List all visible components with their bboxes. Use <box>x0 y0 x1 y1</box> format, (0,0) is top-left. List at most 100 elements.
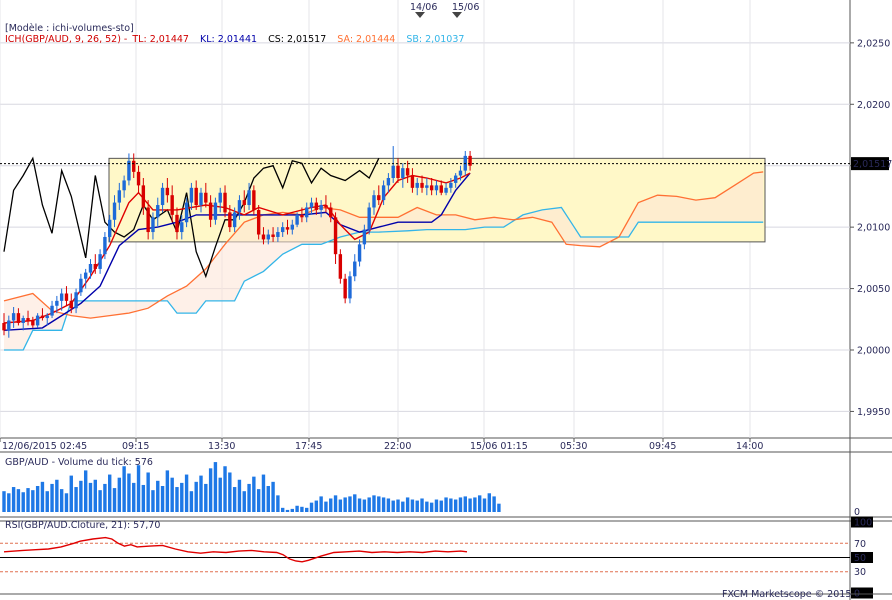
candle-body-47 <box>228 212 232 228</box>
volume-bar-92 <box>444 497 448 512</box>
candle-body-66 <box>319 205 323 210</box>
volume-bar-55 <box>266 486 270 512</box>
volume-bar-54 <box>261 474 266 512</box>
candle-body-22 <box>108 219 112 237</box>
volume-bar-0 <box>2 491 6 512</box>
volume-bar-22 <box>108 474 112 512</box>
candle-body-81 <box>391 165 395 178</box>
volume-bar-74 <box>357 498 362 512</box>
rsi-title: RSI(GBP/AUD.Cloture, 21): 57,70 <box>5 520 160 531</box>
volume-bars <box>2 462 501 512</box>
candle-body-25 <box>122 180 126 191</box>
rsi-axis-label-70: 70 <box>854 539 866 550</box>
candle-body-9 <box>45 315 49 319</box>
volume-bar-1 <box>7 493 11 512</box>
candle-body-80 <box>386 178 391 186</box>
candle-body-0 <box>2 322 6 331</box>
cs-label: CS: 2,01517 <box>268 34 326 45</box>
volume-bar-87 <box>420 498 424 512</box>
volume-bar-52 <box>252 476 256 512</box>
candle-body-67 <box>324 205 328 208</box>
candle-body-86 <box>415 182 419 188</box>
volume-bar-101 <box>487 493 492 512</box>
volume-bar-91 <box>439 500 443 512</box>
volume-bar-41 <box>199 475 203 512</box>
volume-bar-9 <box>45 491 49 512</box>
volume-bar-46 <box>223 466 227 512</box>
candle-53 <box>256 205 261 240</box>
candle-body-51 <box>247 190 251 206</box>
volume-bar-69 <box>333 495 338 512</box>
volume-bar-57 <box>276 495 280 512</box>
candle-body-37 <box>180 222 184 233</box>
candle-body-20 <box>98 254 102 269</box>
candle-body-33 <box>160 187 165 206</box>
candle-body-6 <box>31 320 35 326</box>
volume-bar-19 <box>93 479 97 512</box>
candle-body-15 <box>74 292 78 309</box>
candle-body-92 <box>444 187 448 193</box>
tl-label: TL: 2,01447 <box>131 34 189 45</box>
candle-body-10 <box>50 305 54 316</box>
volume-bar-96 <box>463 496 467 512</box>
time-label-6: 05:30 <box>560 441 587 452</box>
time-axis: 12/06/2015 02:45 09:15 13:30 17:45 22:00 15/0… <box>0 438 763 452</box>
volume-bar-30 <box>146 472 150 512</box>
candle-body-64 <box>309 202 314 208</box>
volume-bar-36 <box>175 487 179 512</box>
candle-body-14 <box>69 300 73 309</box>
volume-bar-80 <box>386 498 391 512</box>
volume-bar-38 <box>184 474 189 512</box>
volume-bar-79 <box>381 497 386 512</box>
candle-body-18 <box>88 264 93 273</box>
volume-bar-56 <box>271 481 275 512</box>
volume-bar-42 <box>204 483 208 512</box>
volume-bar-3 <box>16 489 21 512</box>
sa-label: SA: 2,01444 <box>337 34 395 45</box>
volume-bar-35 <box>170 477 174 512</box>
rsi-axis-label-100: 100 <box>854 518 872 529</box>
current-price-label: 2,01517 <box>853 159 892 170</box>
candle-body-2 <box>11 313 16 321</box>
candle-body-57 <box>276 232 280 237</box>
candle-body-48 <box>232 212 237 228</box>
volume-bar-18 <box>88 482 93 512</box>
volume-bar-62 <box>300 506 304 512</box>
candle-body-63 <box>305 207 309 218</box>
volume-bar-84 <box>405 497 410 512</box>
volume-bar-8 <box>40 481 45 512</box>
volume-bar-73 <box>353 494 357 512</box>
volume-bar-65 <box>314 500 319 512</box>
volume-bar-86 <box>415 500 419 512</box>
ichimoku-legend: ICH(GBP/AUD, 9, 26, 52) - TL: 2,01447 KL… <box>5 34 464 45</box>
candle-body-95 <box>458 170 463 176</box>
candle-body-88 <box>425 185 429 188</box>
candle-body-55 <box>266 234 270 240</box>
volume-bar-27 <box>132 482 136 512</box>
candle-body-77 <box>372 195 376 208</box>
candle-body-8 <box>40 315 45 319</box>
candle-body-45 <box>218 192 222 203</box>
candle-70 <box>338 249 343 284</box>
volume-bar-88 <box>425 501 429 512</box>
candle-body-59 <box>285 227 290 230</box>
volume-bar-43 <box>208 468 213 512</box>
volume-bar-28 <box>136 465 141 512</box>
volume-bar-81 <box>391 500 395 512</box>
model-label: [Modèle : ichi-volumes-sto] <box>5 23 134 34</box>
candle-body-24 <box>117 190 122 203</box>
candle-body-50 <box>242 200 246 206</box>
volume-bar-98 <box>473 497 477 512</box>
chart-svg: 14/06 15/06 [Modèle : ichi-volumes-sto] … <box>0 0 892 600</box>
volume-bar-10 <box>50 483 54 512</box>
volume-bar-78 <box>377 496 381 512</box>
time-label-5: 15/06 01:15 <box>470 441 528 452</box>
volume-zero-label: 0 <box>854 507 860 518</box>
volume-bar-47 <box>228 472 232 512</box>
volume-bar-5 <box>26 488 30 512</box>
volume-bar-6 <box>31 490 35 512</box>
volume-bar-29 <box>141 484 146 512</box>
volume-bar-95 <box>458 497 463 512</box>
volume-bar-53 <box>256 489 261 512</box>
volume-bar-70 <box>338 499 343 512</box>
